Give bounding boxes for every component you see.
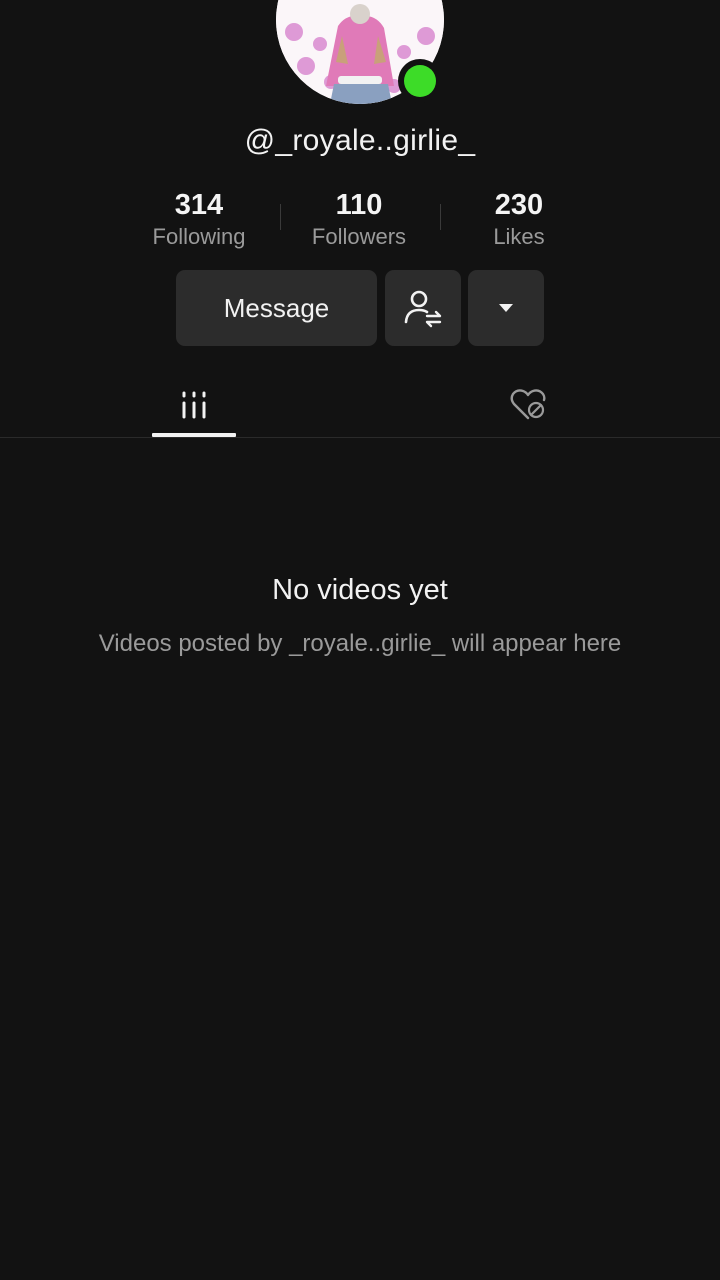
liked-private-icon bbox=[510, 389, 546, 420]
tab-videos[interactable] bbox=[152, 372, 236, 438]
tab-liked-private[interactable] bbox=[486, 372, 570, 438]
following-label: Following bbox=[152, 224, 246, 249]
followers-count: 110 bbox=[335, 189, 383, 221]
username: @_royale..girlie_ bbox=[244, 124, 476, 157]
empty-state-title: No videos yet bbox=[272, 574, 448, 606]
videos-grid-icon bbox=[182, 391, 206, 419]
stat-likes[interactable]: 230 Likes bbox=[439, 188, 599, 252]
more-options-button[interactable] bbox=[468, 270, 544, 346]
following-count: 314 bbox=[174, 189, 224, 221]
friend-status-button[interactable] bbox=[385, 270, 461, 346]
likes-count: 230 bbox=[494, 189, 544, 221]
stat-following[interactable]: 314 Following bbox=[119, 188, 279, 252]
empty-state-subtitle: Videos posted by _royale..girlie_ will a… bbox=[98, 630, 622, 657]
likes-label: Likes bbox=[493, 224, 545, 249]
caret-down-icon bbox=[499, 304, 513, 312]
message-button[interactable]: Message bbox=[176, 270, 377, 346]
stat-followers[interactable]: 110 Followers bbox=[279, 188, 439, 252]
online-status-dot bbox=[398, 59, 442, 103]
message-button-label: Message bbox=[223, 292, 330, 323]
user-switch-icon bbox=[404, 290, 442, 328]
followers-label: Followers bbox=[311, 224, 407, 249]
tabs-divider bbox=[0, 437, 720, 438]
profile-screen: @_royale..girlie_ 314 Following 110 Foll… bbox=[0, 0, 720, 1280]
